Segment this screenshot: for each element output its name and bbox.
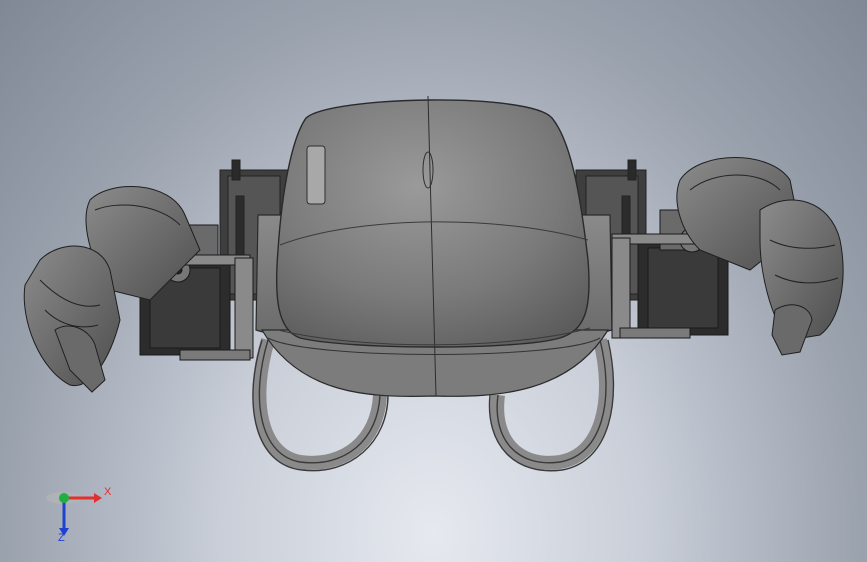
triad-axes	[46, 492, 102, 536]
z-axis-label: Z	[58, 532, 65, 544]
y-axis-marker	[59, 493, 69, 503]
coordinate-triad: X Z	[44, 478, 124, 548]
x-axis-arrow	[94, 493, 102, 503]
x-axis-label: X	[104, 486, 112, 498]
cad-viewport[interactable]: X Z	[0, 0, 867, 562]
head-slot	[306, 145, 326, 205]
robot-model[interactable]	[0, 0, 867, 562]
